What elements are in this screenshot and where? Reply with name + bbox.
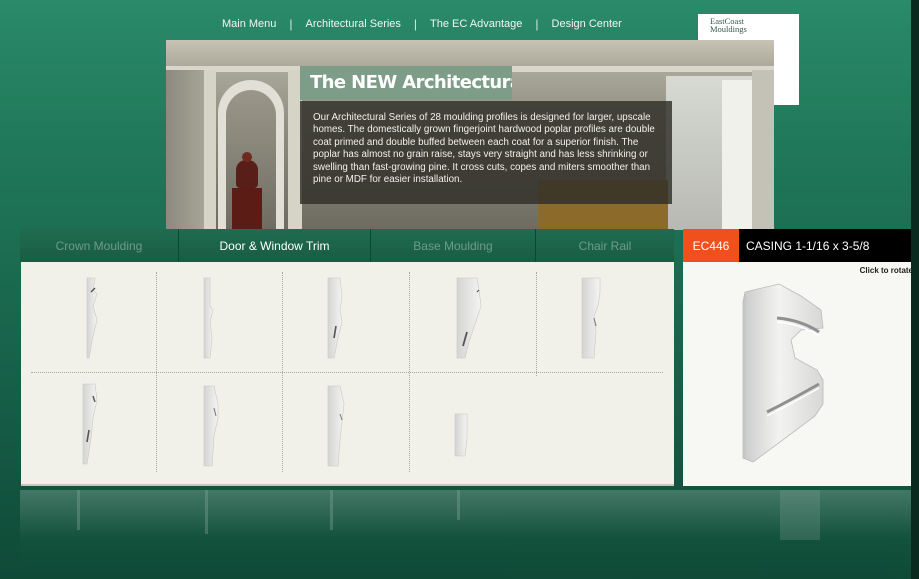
grid-divider xyxy=(31,372,663,373)
nav-ec-advantage[interactable]: The EC Advantage xyxy=(430,18,522,30)
tab-base-moulding[interactable]: Base Moulding xyxy=(371,229,536,262)
profile-8[interactable] xyxy=(284,374,408,478)
hero-title: The NEW Architectural Series xyxy=(300,66,512,100)
logo-line-2: Mouldings xyxy=(710,24,747,34)
profile-3d-viewer[interactable]: Click to rotate xyxy=(683,262,919,486)
profile-6[interactable] xyxy=(31,374,155,478)
top-navigation: Main Menu | Architectural Series | The E… xyxy=(222,14,622,34)
profile-7[interactable] xyxy=(158,374,282,478)
nav-separator: | xyxy=(289,17,293,31)
profile-5[interactable] xyxy=(538,266,662,370)
profile-9[interactable] xyxy=(411,374,535,478)
floor-reflection xyxy=(20,490,919,579)
nav-architectural-series[interactable]: Architectural Series xyxy=(306,18,401,30)
detail-header: EC446 CASING 1-1/16 x 3-5/8 xyxy=(683,229,919,262)
tab-chair-rail[interactable]: Chair Rail xyxy=(536,229,674,262)
hero-description: Our Architectural Series of 28 moulding … xyxy=(300,101,672,204)
profile-grid xyxy=(21,262,674,486)
nav-separator: | xyxy=(413,17,418,31)
profile-3[interactable] xyxy=(284,266,408,370)
page: Main Menu | Architectural Series | The E… xyxy=(0,0,919,579)
product-title: CASING 1-1/16 x 3-5/8 xyxy=(746,238,870,253)
grid-divider xyxy=(536,272,537,376)
nav-main-menu[interactable]: Main Menu xyxy=(222,18,276,30)
profile-1[interactable] xyxy=(31,266,155,370)
tab-door-window-trim[interactable]: Door & Window Trim xyxy=(179,229,371,262)
product-code-badge: EC446 xyxy=(683,229,739,262)
nav-design-center[interactable]: Design Center xyxy=(552,18,622,30)
nav-separator: | xyxy=(535,17,539,31)
category-tabs: Crown Moulding Door & Window Trim Base M… xyxy=(20,229,674,262)
profile-4[interactable] xyxy=(411,266,535,370)
casing-3d-render[interactable] xyxy=(683,262,919,486)
tab-crown-moulding[interactable]: Crown Moulding xyxy=(20,229,179,262)
profile-2[interactable] xyxy=(158,266,282,370)
